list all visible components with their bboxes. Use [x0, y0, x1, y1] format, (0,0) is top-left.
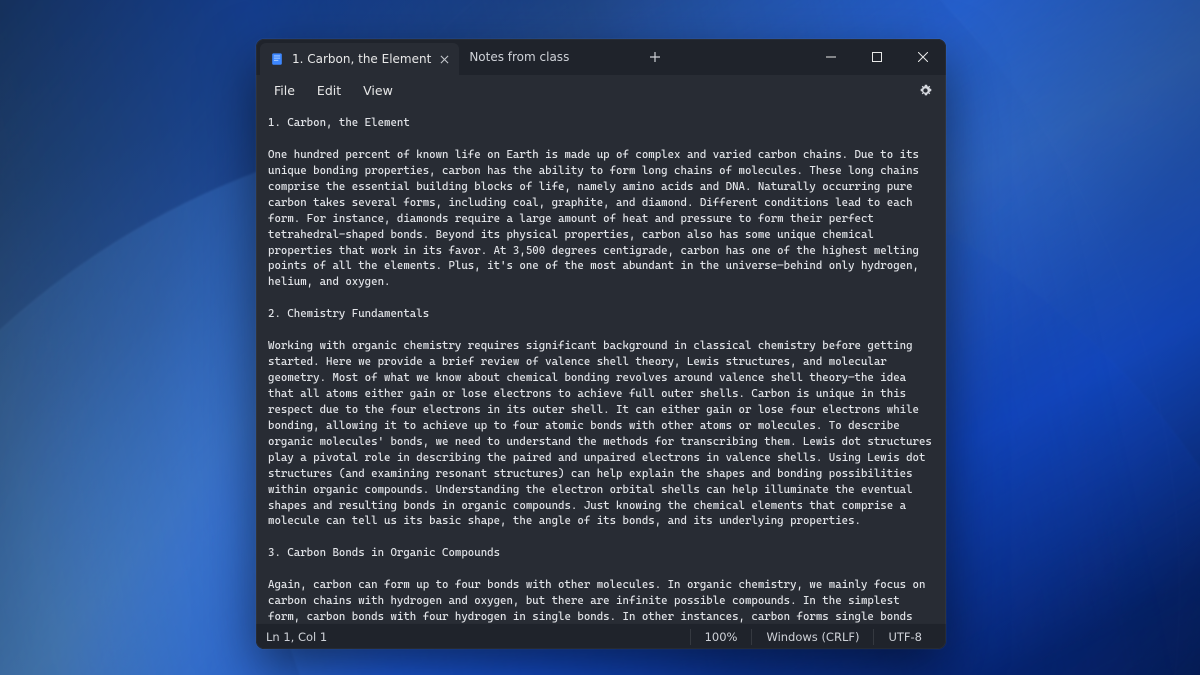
tab-strip: 1. Carbon, the Element Notes from class — [256, 39, 808, 75]
tab-notes-from-class[interactable]: Notes from class — [459, 39, 639, 75]
status-line-endings[interactable]: Windows (CRLF) — [751, 629, 873, 645]
heading-3: 3. Carbon Bonds in Organic Compounds — [268, 546, 500, 559]
settings-button[interactable] — [912, 77, 938, 103]
titlebar[interactable]: 1. Carbon, the Element Notes from class — [256, 39, 946, 75]
tab-label: 1. Carbon, the Element — [292, 52, 431, 66]
menu-edit[interactable]: Edit — [307, 79, 351, 102]
gear-icon — [918, 83, 933, 98]
maximize-button[interactable] — [854, 39, 900, 75]
menubar: File Edit View — [256, 75, 946, 105]
menu-view[interactable]: View — [353, 79, 403, 102]
heading-1: 1. Carbon, the Element — [268, 116, 410, 129]
close-tab-icon[interactable] — [435, 50, 453, 68]
tab-carbon-the-element[interactable]: 1. Carbon, the Element — [260, 43, 459, 75]
new-tab-button[interactable] — [639, 39, 671, 75]
text-editor[interactable]: 1. Carbon, the Element One hundred perce… — [256, 105, 946, 623]
minimize-button[interactable] — [808, 39, 854, 75]
status-encoding[interactable]: UTF-8 — [873, 629, 936, 645]
status-zoom[interactable]: 100% — [690, 629, 752, 645]
close-window-button[interactable] — [900, 39, 946, 75]
paragraph-2: Working with organic chemistry requires … — [268, 339, 938, 527]
status-cursor-position: Ln 1, Col 1 — [266, 630, 341, 644]
notepad-file-icon — [270, 52, 284, 66]
heading-2: 2. Chemistry Fundamentals — [268, 307, 429, 320]
notepad-window: 1. Carbon, the Element Notes from class — [256, 39, 946, 649]
menu-file[interactable]: File — [264, 79, 305, 102]
paragraph-3: Again, carbon can form up to four bonds … — [268, 578, 932, 623]
window-controls — [808, 39, 946, 75]
statusbar: Ln 1, Col 1 100% Windows (CRLF) UTF-8 — [256, 623, 946, 649]
paragraph-1: One hundred percent of known life on Ear… — [268, 148, 925, 289]
tab-label: Notes from class — [469, 50, 569, 64]
